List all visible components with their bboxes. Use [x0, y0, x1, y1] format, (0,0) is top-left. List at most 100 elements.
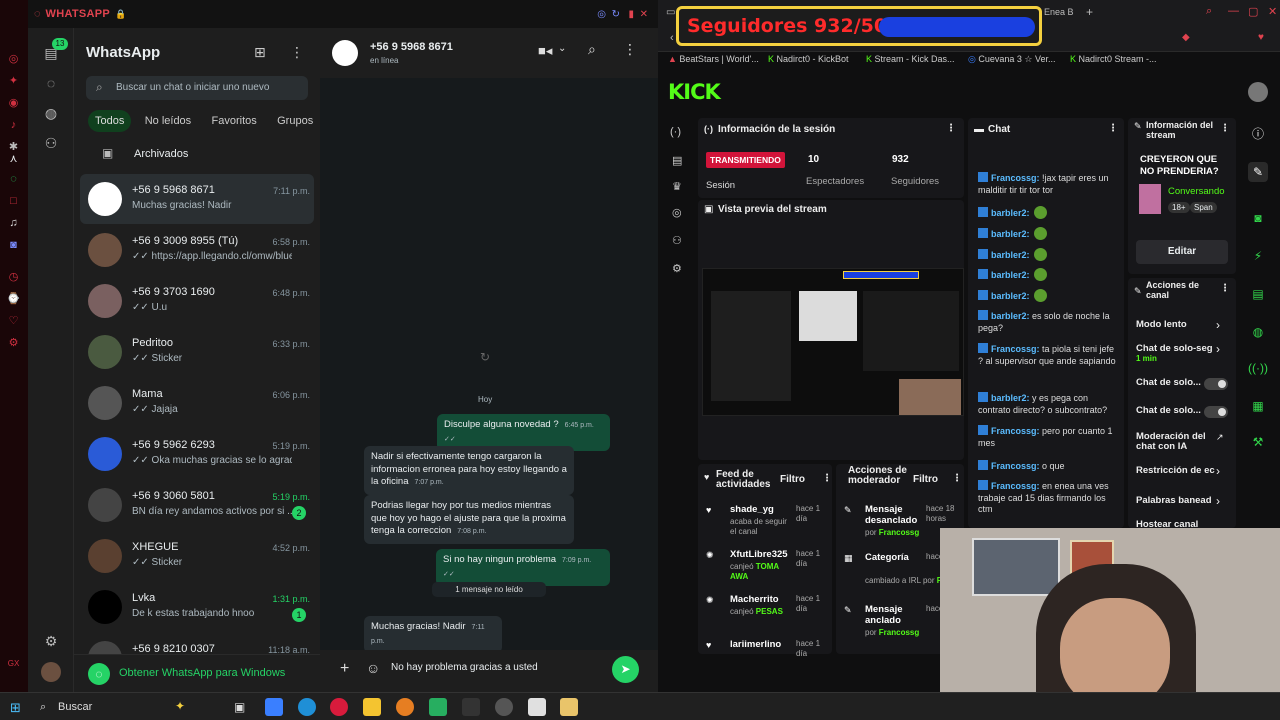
layout-nav-icon[interactable]: ▦	[1248, 396, 1268, 416]
bookmark-1[interactable]: ▲ BeatStars | World'...	[668, 54, 759, 64]
windows-start-icon[interactable]: ⊞	[10, 700, 21, 716]
chat-user[interactable]: Francossg:	[991, 426, 1040, 436]
mod-menu-icon[interactable]: ⋮	[952, 473, 962, 484]
mod-nav-icon[interactable]: ◎	[672, 206, 682, 219]
chat-user[interactable]: barbler2:	[991, 270, 1030, 280]
chat-user[interactable]: Francossg:	[991, 344, 1040, 354]
mod-item-user[interactable]: Francossg	[879, 628, 919, 637]
chat-nav-icon[interactable]: ◍	[1248, 322, 1268, 342]
video-call-icon[interactable]: ■◂	[538, 43, 552, 59]
menu-dots-icon[interactable]: ⋮	[290, 44, 304, 61]
chat-user[interactable]: barbler2:	[991, 291, 1030, 301]
opera-gx-icon[interactable]	[330, 698, 348, 716]
app-icon-1[interactable]	[396, 698, 414, 716]
chat-row[interactable]: +56 9 5968 8671 7:11 p.m. Muchas gracias! …	[80, 174, 314, 224]
doc-nav-icon[interactable]: ▤	[1248, 284, 1268, 304]
chip-grupos[interactable]: Grupos	[270, 110, 320, 132]
window-max-icon[interactable]: ▢	[1248, 5, 1258, 18]
mod-item-user[interactable]: Francossg	[879, 528, 919, 537]
channels-icon[interactable]: ◍	[42, 104, 60, 122]
tab-right-label[interactable]: Enea B	[1044, 7, 1074, 17]
channel-action[interactable]: Restricción de ec	[1136, 466, 1220, 476]
communities-icon[interactable]: ⚇	[42, 134, 60, 152]
back-icon[interactable]: ‹	[670, 32, 674, 44]
channel-action[interactable]: Chat de solo-seg 1 min	[1136, 344, 1220, 364]
feed-user[interactable]: Macherrito	[730, 594, 779, 605]
settings-icon[interactable]: ⚙	[42, 632, 60, 650]
new-chat-icon[interactable]: ⊞	[254, 44, 266, 61]
search-box[interactable]: ⌕ Buscar un chat o iniciar uno nuevo	[86, 76, 308, 100]
player-icon[interactable]: ♪	[6, 118, 21, 133]
chat-user[interactable]: barbler2:	[991, 208, 1030, 218]
chat-user[interactable]: Francossg:	[991, 173, 1040, 183]
feed-filter[interactable]: Filtro	[780, 474, 805, 485]
chevron-down-icon[interactable]: ⌄	[558, 43, 566, 54]
feed-menu-icon[interactable]: ⋮	[822, 473, 832, 484]
channel-action[interactable]: Palabras banead	[1136, 496, 1220, 506]
kick-side-icon[interactable]: ⋏	[6, 152, 21, 167]
chevron-right-icon[interactable]: ›	[1216, 464, 1220, 478]
settings-nav-icon[interactable]: ⚙	[672, 262, 682, 275]
chip-todos[interactable]: Todos	[88, 110, 132, 132]
chat-row[interactable]: +56 9 3009 8955 (Tú) 6:58 p.m. ✓✓ https://…	[80, 225, 314, 275]
send-icon[interactable]: ➤	[612, 656, 639, 683]
bookmark-bar-icon[interactable]: ◆	[1182, 32, 1190, 43]
browser-search-icon[interactable]: ⌕	[1206, 5, 1212, 18]
edit-button[interactable]: Editar	[1136, 240, 1228, 264]
toggle-switch[interactable]	[1204, 406, 1228, 418]
taskbar-search[interactable]: Buscar	[58, 701, 92, 713]
chat-user[interactable]: barbler2:	[991, 250, 1030, 260]
chat-row[interactable]: +56 9 3703 1690 6:48 p.m. ✓✓ U.u	[80, 276, 314, 326]
chat-user[interactable]: Francossg:	[991, 461, 1040, 471]
app-icon-5[interactable]	[560, 698, 578, 716]
chat-row[interactable]: Pedritoo 6:33 p.m. ✓✓ Sticker	[80, 327, 314, 377]
close-icon[interactable]: ✕	[640, 9, 648, 20]
channel-action[interactable]: Modo lento	[1136, 320, 1220, 330]
bolt-nav-icon[interactable]: ⚡	[1248, 246, 1268, 266]
kick-logo[interactable]: KICK	[668, 80, 721, 104]
feed-user[interactable]: shade_yg	[730, 504, 774, 515]
app-icon-3[interactable]	[495, 698, 513, 716]
chat-user[interactable]: barbler2:	[991, 229, 1030, 239]
feed-user[interactable]: XfutLibre325	[730, 549, 788, 560]
window-minimize-icon[interactable]: —	[1228, 5, 1239, 17]
tab-list-icon[interactable]: ▭	[666, 7, 675, 18]
file-explorer-icon[interactable]	[363, 698, 381, 716]
actions-menu-icon[interactable]: ⋮	[1220, 283, 1230, 294]
message-input[interactable]: No hay problema gracias a usted	[391, 662, 611, 673]
chat-user[interactable]: barbler2:	[991, 311, 1030, 321]
users-nav-icon[interactable]: ⚇	[672, 234, 682, 247]
live-nav-icon[interactable]: (·)	[670, 126, 681, 138]
epic-games-icon[interactable]	[462, 698, 480, 716]
task-view-icon[interactable]: ▣	[234, 700, 245, 714]
chat-menu-icon[interactable]: ⋮	[623, 41, 637, 58]
edge-icon[interactable]	[298, 698, 316, 716]
toggle-switch[interactable]	[1204, 378, 1228, 390]
chip-favoritos[interactable]: Favoritos	[205, 110, 264, 132]
new-tab-icon[interactable]: +	[1086, 5, 1093, 19]
chat-row[interactable]: XHEGUE 4:52 p.m. ✓✓ Sticker	[80, 531, 314, 581]
session-menu-icon[interactable]: ⋮	[946, 123, 956, 134]
status-icon[interactable]: ◌	[42, 74, 60, 92]
attach-plus-icon[interactable]: +	[340, 660, 349, 678]
chip-no-leidos[interactable]: No leídos	[138, 110, 198, 132]
whatsapp-side-icon[interactable]: ◌	[6, 172, 21, 187]
info-nav-icon[interactable]: ⓘ	[1248, 124, 1268, 144]
chat-row[interactable]: +56 9 5962 6293 5:19 p.m. ✓✓ Oka muchas gr…	[80, 429, 314, 479]
contact-avatar[interactable]	[332, 40, 358, 66]
aria-icon[interactable]: ✦	[6, 74, 21, 89]
search-chat-icon[interactable]: ⌕	[588, 41, 596, 58]
bookmark-2[interactable]: K Nadirct0 - KickBot	[768, 54, 849, 64]
chat-row[interactable]: Lvka 1:31 p.m. De k estas trabajando hnoo 1	[80, 582, 314, 632]
chat-row[interactable]: Mama 6:06 p.m. ✓✓ Jajaja	[80, 378, 314, 428]
bookmark-4[interactable]: ◎ Cuevana 3 ☆ Ver...	[968, 54, 1055, 65]
chat-menu-icon[interactable]: ⋮	[1108, 123, 1118, 134]
pencil-nav-icon[interactable]: ✎	[1248, 162, 1268, 182]
heart-icon[interactable]: ♥	[1258, 32, 1264, 43]
emoji-icon[interactable]: ☺	[366, 660, 380, 676]
pin-icon[interactable]: ◎	[597, 9, 606, 20]
refresh-icon[interactable]: ↻	[612, 9, 620, 20]
category-name[interactable]: Conversando	[1168, 186, 1225, 197]
broadcast-nav-icon[interactable]: ((·))	[1248, 358, 1268, 378]
channel-action[interactable]: Moderación del chat con IA	[1136, 432, 1220, 452]
